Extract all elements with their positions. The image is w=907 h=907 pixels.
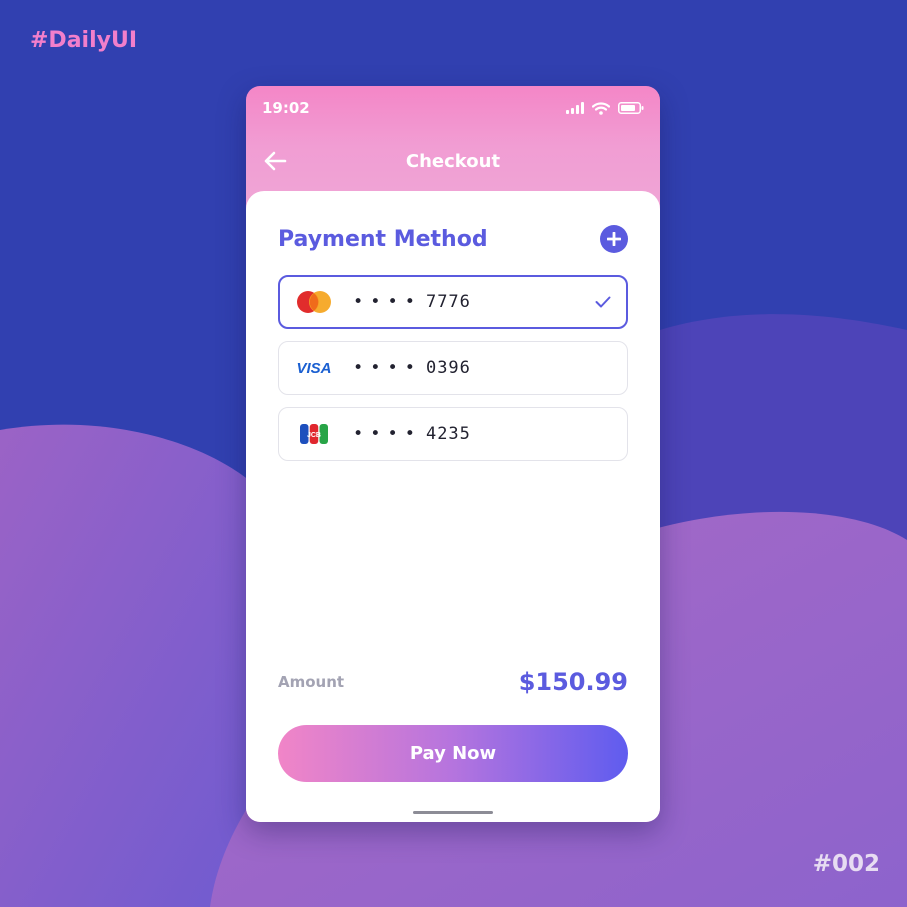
payment-sheet: Payment Method •••• 7776 VISA •••• 0396 … [246, 191, 660, 822]
daily-ui-tag: #DailyUI [30, 28, 138, 53]
card-option-mastercard[interactable]: •••• 7776 [278, 275, 628, 329]
card-last4: 7776 [425, 292, 471, 312]
amount-value: $150.99 [518, 668, 628, 696]
status-bar: 19:02 [246, 86, 660, 130]
card-number: •••• 7776 [353, 292, 471, 312]
battery-icon [618, 102, 644, 114]
card-last4: 0396 [425, 358, 471, 378]
amount-row: Amount $150.99 [278, 665, 628, 699]
check-icon [595, 296, 611, 308]
card-number: •••• 0396 [353, 358, 471, 378]
add-card-button[interactable] [600, 225, 628, 253]
status-icons [566, 101, 644, 115]
arrow-left-icon [264, 151, 287, 171]
card-option-visa[interactable]: VISA •••• 0396 [278, 341, 628, 395]
card-number: •••• 4235 [353, 424, 471, 444]
wifi-icon [592, 101, 610, 115]
payment-method-header: Payment Method [278, 221, 628, 257]
mastercard-logo-icon [295, 289, 333, 315]
signal-icon [566, 102, 584, 114]
jcb-logo-text: JCB [307, 432, 321, 439]
back-button[interactable] [262, 148, 288, 174]
plus-circle-icon [607, 232, 621, 246]
visa-logo-text: VISA [296, 360, 331, 377]
visa-logo-icon: VISA [295, 355, 333, 381]
header-bar: Checkout [246, 130, 660, 192]
jcb-logo-icon: JCB [295, 421, 333, 447]
home-indicator [413, 811, 493, 814]
section-title: Payment Method [278, 226, 488, 252]
page-title: Checkout [405, 150, 501, 172]
pay-now-button[interactable]: Pay Now [278, 725, 628, 782]
phone-screen: 19:02 Checkout Payment Method •••• 7776 … [246, 86, 660, 822]
status-time: 19:02 [262, 99, 310, 117]
challenge-number-tag: #002 [812, 851, 880, 877]
card-last4: 4235 [425, 424, 471, 444]
card-option-jcb[interactable]: JCB •••• 4235 [278, 407, 628, 461]
amount-label: Amount [278, 673, 345, 691]
